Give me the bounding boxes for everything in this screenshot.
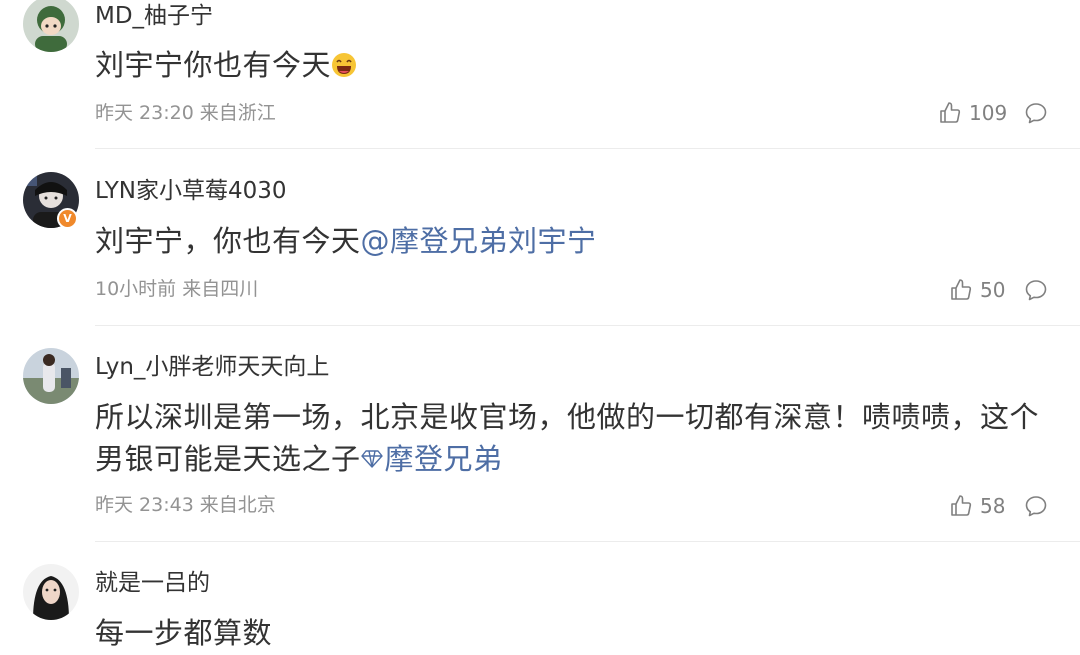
comment-username[interactable]: 就是一吕的 [95,568,210,598]
diamond-icon [360,450,383,468]
comment-meta: 昨天 23:20 来自浙江 [95,100,276,126]
divider [95,325,1080,326]
comment-meta: 昨天 23:43 来自北京 [95,492,276,518]
like-count: 109 [969,101,1008,125]
thumbs-up-icon [951,495,972,516]
avatar[interactable] [23,564,79,620]
comment-text: 所以深圳是第一场，北京是收官场，他做的一切都有深意！啧啧啧，这个男银可能是天选之… [95,396,1055,480]
mention-label: 摩登兄弟 [384,442,503,476]
like-button[interactable]: 109 [938,100,1007,126]
avatar[interactable] [23,0,79,52]
avatar[interactable] [23,348,79,404]
comment-bubble-icon [1025,280,1047,301]
verified-badge-icon: V [57,208,78,229]
reply-button[interactable] [1024,101,1048,125]
like-button[interactable]: 50 [949,277,1005,303]
mention-link[interactable]: @摩登兄弟刘宇宁 [361,224,597,258]
comment-location: 来自浙江 [199,102,276,124]
comment-text-content: 每一步都算数 [95,616,273,650]
comment-username[interactable]: Lyn_小胖老师天天向上 [95,352,329,382]
like-count: 58 [980,494,1006,518]
comment-bubble-icon [1025,103,1047,124]
mention-link[interactable]: 摩登兄弟 [360,442,503,476]
thumbs-up-icon [951,279,972,300]
like-button[interactable]: 58 [949,493,1005,519]
comment-meta: 10小时前 来自四川 [95,276,258,302]
divider [95,148,1080,149]
comment-text-content: 刘宇宁，你也有今天 [95,224,361,258]
comment-location: 来自四川 [182,278,259,300]
reply-button[interactable] [1024,494,1048,518]
comment-time: 10小时前 [95,278,177,300]
comment-text-content: 刘宇宁你也有今天 [95,48,332,82]
comment-time: 昨天 23:20 [95,102,194,124]
comment-text-content: 所以深圳是第一场，北京是收官场，他做的一切都有深意！啧啧啧，这个男银可能是天选之… [95,400,1040,476]
divider [95,541,1080,542]
like-count: 50 [980,278,1006,302]
comment-time: 昨天 23:43 [95,494,194,516]
thumbs-up-icon [940,102,961,123]
comment-text: 刘宇宁，你也有今天@摩登兄弟刘宇宁 [95,220,1055,262]
comment-text: 刘宇宁你也有今天 [95,44,1055,86]
reply-button[interactable] [1024,278,1048,302]
comment-bubble-icon [1025,496,1047,517]
comment-location: 来自北京 [199,494,276,516]
comment-username[interactable]: MD_柚子宁 [95,1,213,31]
comment-username[interactable]: LYN家小草莓4030 [95,176,287,206]
laughing-emoji-icon [332,53,357,77]
comment-text: 每一步都算数 [95,612,1055,654]
